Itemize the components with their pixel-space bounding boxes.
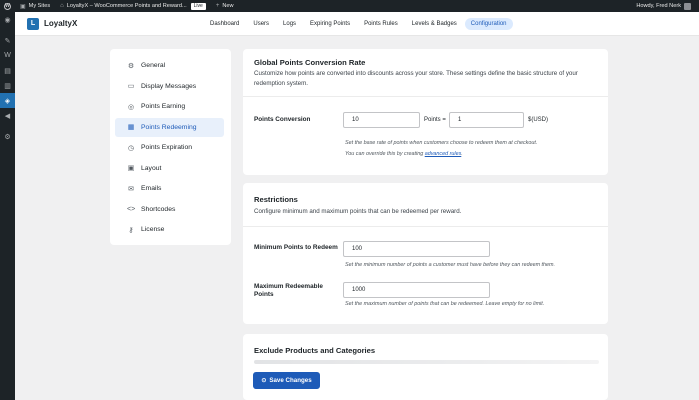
- live-badge: Live: [190, 2, 206, 10]
- products-icon[interactable]: ▤: [0, 63, 15, 78]
- plugin-brand: L LoyaltyX: [15, 17, 204, 30]
- sidebar-item-emails[interactable]: ✉ Emails: [115, 179, 224, 198]
- max-points-label: Maximum Redeemable Points: [254, 283, 323, 298]
- currency-label: $(USD): [528, 117, 549, 123]
- max-points-input[interactable]: 1000: [343, 282, 490, 298]
- plugin-top-nav: L LoyaltyX Dashboard Users Logs Expiring…: [15, 12, 699, 36]
- sidebar-item-points-earning[interactable]: ◎ Points Earning: [115, 97, 224, 116]
- settings-icon[interactable]: ⚙: [0, 129, 15, 144]
- configuration-sidebar: ⚙ General ▭ Display Messages ◎ Points Ea…: [110, 49, 231, 245]
- section-title: Global Points Conversion Rate: [254, 58, 366, 67]
- woocommerce-icon[interactable]: W: [0, 48, 15, 63]
- my-sites-menu[interactable]: ▣ My Sites: [15, 0, 55, 12]
- marketing-icon[interactable]: ◀: [0, 108, 15, 123]
- tab-configuration[interactable]: Configuration: [464, 17, 513, 30]
- layout-icon: ▣: [127, 165, 135, 172]
- coins-icon: ◎: [127, 103, 135, 111]
- divider: [243, 226, 608, 227]
- sidebar-item-layout[interactable]: ▣ Layout: [115, 159, 224, 178]
- chat-icon: ▭: [127, 83, 135, 90]
- tab-expiring-points[interactable]: Expiring Points: [304, 18, 356, 30]
- gift-icon: ▦: [127, 124, 135, 131]
- section-title: Restrictions: [254, 195, 298, 204]
- section-description: Configure minimum and maximum points tha…: [254, 208, 462, 215]
- tab-dashboard[interactable]: Dashboard: [204, 18, 245, 30]
- clock-icon: ◷: [127, 144, 135, 152]
- home-icon: ⌂: [60, 3, 64, 9]
- max-points-help: Set the maximum number of points that ca…: [345, 301, 545, 307]
- wordpress-logo-icon[interactable]: W: [0, 0, 15, 12]
- sidebar-item-general[interactable]: ⚙ General: [115, 56, 224, 75]
- sites-icon: ▣: [20, 3, 26, 10]
- points-conversion-label: Points Conversion: [254, 116, 311, 123]
- tab-logs[interactable]: Logs: [277, 18, 302, 30]
- min-points-input[interactable]: 100: [343, 241, 490, 257]
- min-points-help: Set the minimum number of points a custo…: [345, 262, 556, 268]
- new-content-menu[interactable]: + New: [211, 0, 239, 12]
- code-icon: <>: [127, 205, 136, 213]
- conversion-help: Set the base rate of points when custome…: [345, 140, 538, 146]
- analytics-icon[interactable]: ▥: [0, 78, 15, 93]
- tab-users[interactable]: Users: [247, 18, 275, 30]
- exclude-card: Exclude Products and Categories: [243, 334, 608, 400]
- sidebar-item-points-expiration[interactable]: ◷ Points Expiration: [115, 138, 224, 157]
- divider: [243, 96, 608, 97]
- account-menu[interactable]: Howdy, Fred Nerk: [636, 2, 699, 10]
- obscured-description: [254, 360, 599, 364]
- sidebar-item-shortcodes[interactable]: <> Shortcodes: [115, 200, 224, 219]
- advanced-rules-link[interactable]: advanced rules: [425, 151, 462, 157]
- save-icon: ⊙: [261, 378, 267, 384]
- nav-tabs: Dashboard Users Logs Expiring Points Poi…: [204, 17, 513, 30]
- key-icon: ⚷: [128, 226, 134, 234]
- wp-admin-bar: W ▣ My Sites ⌂ LoyaltyX – WooCommerce Po…: [0, 0, 699, 12]
- avatar: [684, 2, 691, 10]
- dashboard-icon[interactable]: ◉: [0, 12, 15, 27]
- sidebar-item-license[interactable]: ⚷ License: [115, 220, 224, 239]
- pin-icon[interactable]: ✎: [0, 33, 15, 48]
- conversion-help-override: You can override this by creating advanc…: [345, 151, 463, 157]
- sidebar-item-display-messages[interactable]: ▭ Display Messages: [115, 77, 224, 96]
- site-title-menu[interactable]: ⌂ LoyaltyX – WooCommerce Points and Rewa…: [55, 0, 211, 12]
- sidebar-item-points-redeeming[interactable]: ▦ Points Redeeming: [115, 117, 224, 137]
- currency-input[interactable]: 1: [449, 112, 524, 128]
- points-input[interactable]: 10: [343, 112, 420, 128]
- min-points-label: Minimum Points to Redeem: [254, 244, 338, 251]
- tab-levels-badges[interactable]: Levels & Badges: [406, 18, 463, 30]
- save-changes-button[interactable]: ⊙ Save Changes: [253, 372, 320, 389]
- restrictions-card: Restrictions Configure minimum and maxim…: [243, 183, 608, 324]
- loyaltyx-menu-icon[interactable]: ◈: [0, 93, 15, 108]
- tab-points-rules[interactable]: Points Rules: [358, 18, 404, 30]
- plus-icon: +: [215, 3, 220, 9]
- points-equals-label: Points =: [424, 117, 446, 123]
- conversion-rate-card: Global Points Conversion Rate Customize …: [243, 49, 608, 175]
- loyaltyx-logo-icon: L: [27, 17, 39, 30]
- gear-icon: ⚙: [127, 62, 135, 70]
- section-description: Customize how points are converted into …: [254, 70, 578, 87]
- mail-icon: ✉: [128, 185, 134, 193]
- wp-admin-menu: ◉ ✎ W ▤ ▥ ◈ ◀ ⚙: [0, 12, 15, 400]
- section-title: Exclude Products and Categories: [254, 346, 376, 355]
